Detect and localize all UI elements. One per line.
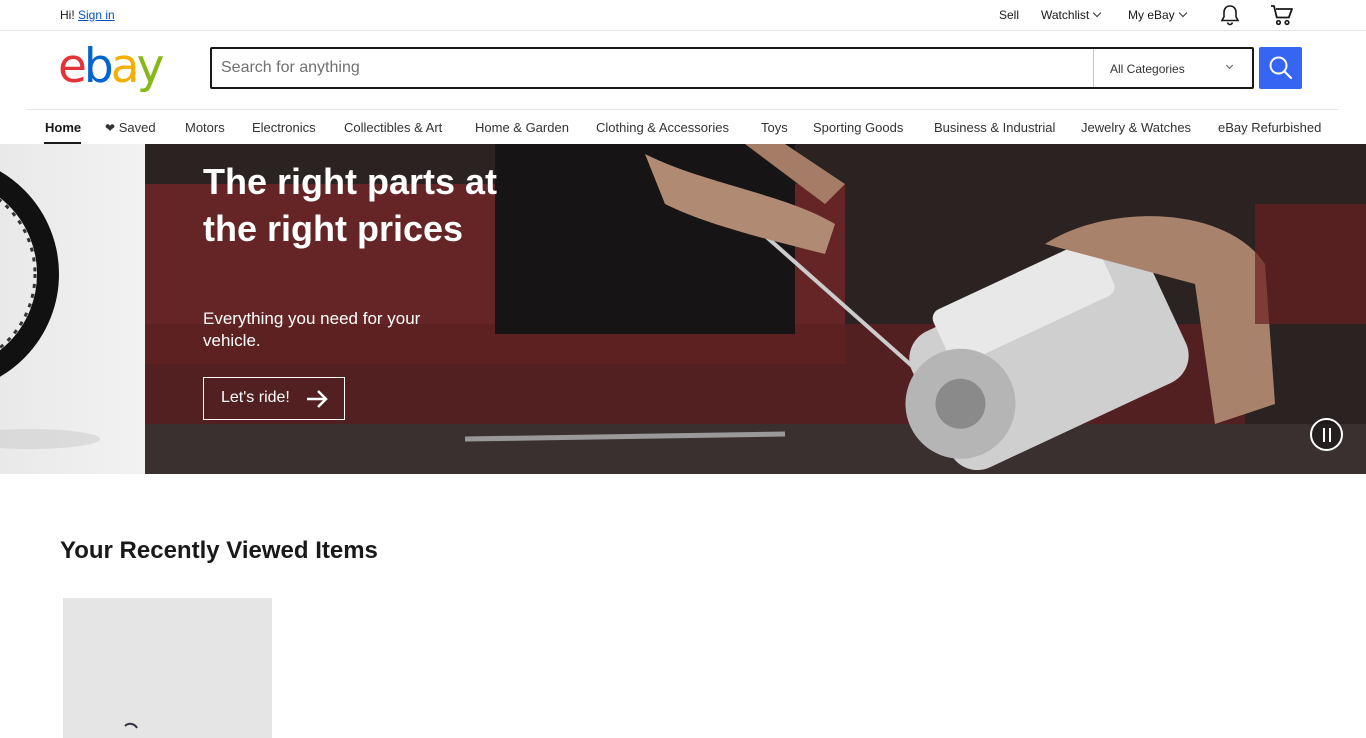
- nav-item-home[interactable]: Home: [45, 120, 81, 135]
- nav-item-saved[interactable]: ❤ Saved: [105, 120, 156, 135]
- pause-icon: [1323, 428, 1325, 442]
- lets-ride-button[interactable]: Let's ride!: [203, 377, 345, 420]
- search-bar: All Categories: [210, 47, 1254, 89]
- nav-item-toys[interactable]: Toys: [761, 120, 788, 135]
- nav-item-motors[interactable]: Motors: [185, 120, 225, 135]
- my-ebay-label: My eBay: [1128, 8, 1175, 22]
- nav-item-home-garden[interactable]: Home & Garden: [475, 120, 569, 135]
- recently-viewed-item[interactable]: [63, 598, 272, 738]
- chevron-down-icon: [1225, 61, 1234, 70]
- nav-item-clothing-accessories[interactable]: Clothing & Accessories: [596, 120, 729, 135]
- recently-viewed-heading: Your Recently Viewed Items: [60, 537, 378, 564]
- notification-bell-icon[interactable]: [1219, 4, 1241, 29]
- cart-icon[interactable]: [1270, 4, 1294, 29]
- heart-icon: ❤: [105, 121, 116, 135]
- my-ebay-menu[interactable]: My eBay: [1128, 8, 1187, 22]
- hero-carousel: The right parts at the right prices Ever…: [0, 144, 1366, 474]
- arrow-right-icon: [305, 387, 329, 416]
- sign-in-link[interactable]: Sign in: [78, 8, 115, 22]
- category-select[interactable]: All Categories: [1093, 49, 1252, 87]
- greeting: Hi! Sign in: [60, 8, 115, 22]
- ebay-logo[interactable]: ebay: [58, 39, 178, 94]
- top-utility-bar: Hi! Sign in Sell Watchlist My eBay: [0, 0, 1366, 31]
- nav-item-ebay-refurbished[interactable]: eBay Refurbished: [1218, 120, 1321, 135]
- nav-item-collectibles-art[interactable]: Collectibles & Art: [344, 120, 442, 135]
- nav-item-saved-label: Saved: [118, 120, 156, 135]
- pause-carousel-button[interactable]: [1310, 418, 1343, 451]
- greeting-text: Hi!: [60, 8, 75, 22]
- chevron-down-icon: [1178, 8, 1187, 18]
- lets-ride-label: Let's ride!: [221, 389, 290, 406]
- category-select-value: All Categories: [1110, 62, 1185, 76]
- nav-item-sporting-goods[interactable]: Sporting Goods: [813, 120, 903, 135]
- svg-text:ebay: ebay: [58, 42, 164, 94]
- previous-slide-image[interactable]: [0, 144, 145, 474]
- watchlist-menu[interactable]: Watchlist: [1041, 8, 1102, 22]
- watchlist-label: Watchlist: [1041, 8, 1090, 22]
- search-input[interactable]: [212, 49, 1092, 87]
- chevron-down-icon: [1092, 8, 1102, 18]
- hero-subtitle: Everything you need for your vehicle.: [203, 309, 421, 350]
- sell-link[interactable]: Sell: [999, 8, 1019, 22]
- nav-item-jewelry-watches[interactable]: Jewelry & Watches: [1081, 120, 1191, 135]
- search-button[interactable]: [1259, 47, 1302, 89]
- nav-item-business-industrial[interactable]: Business & Industrial: [934, 120, 1055, 135]
- category-nav: Home ❤ Saved Motors Electronics Collecti…: [27, 109, 1339, 144]
- hero-title: The right parts at the right prices: [203, 161, 498, 249]
- pause-icon: [1329, 428, 1331, 442]
- search-icon: [1269, 56, 1293, 80]
- nav-item-electronics[interactable]: Electronics: [252, 120, 316, 135]
